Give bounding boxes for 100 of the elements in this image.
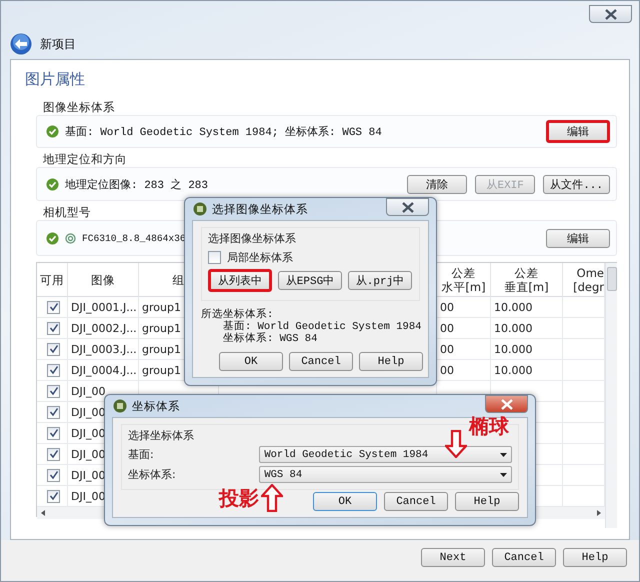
vertical-scrollbar[interactable]	[605, 263, 617, 528]
check-icon	[48, 302, 58, 312]
source-button[interactable]: 从.prj中	[348, 271, 412, 290]
table-cell: DJI_0002.J...	[71, 322, 137, 334]
annotation-text: 投影	[219, 484, 259, 512]
check-icon	[48, 428, 58, 438]
dialog-button[interactable]: Help	[455, 492, 519, 511]
table-cell: DJI_00	[71, 406, 106, 418]
table-cell: DJI_0003.J...	[71, 342, 137, 356]
section-title: 相机型号	[43, 206, 91, 219]
table-cell: DJI_00	[71, 384, 106, 398]
check-icon	[48, 386, 58, 396]
check-icon	[48, 470, 58, 480]
up-arrow-icon	[261, 484, 283, 512]
check-icon	[48, 407, 58, 417]
dialog-title: 坐标体系	[132, 398, 180, 414]
table-cell: DJI_00	[71, 468, 106, 482]
source-button[interactable]: 从EPSG中	[278, 271, 342, 290]
wizard-button[interactable]: Next	[421, 548, 485, 567]
row-checkbox[interactable]	[47, 468, 60, 482]
column-header[interactable]: 公差 水平[m]	[437, 263, 491, 297]
table-cell: 00	[440, 322, 454, 334]
table-cell: DJI_0001.J...	[71, 300, 137, 314]
close-button[interactable]	[485, 395, 528, 413]
section-title: 图像坐标体系	[43, 101, 115, 114]
close-icon	[400, 202, 414, 212]
table-cell: 10.000	[494, 300, 532, 314]
app-icon	[113, 399, 127, 413]
table-cell: 00	[440, 300, 454, 314]
dropdown-field[interactable]: World Geodetic System 1984	[259, 446, 512, 463]
table-cell: group1	[142, 300, 181, 314]
caret-icon	[500, 472, 507, 476]
row-checkbox[interactable]	[47, 384, 60, 398]
action-button[interactable]: 从文件...	[543, 174, 610, 194]
dialog-button[interactable]: Cancel	[384, 492, 448, 511]
table-cell: DJI_00	[71, 426, 106, 440]
row-checkbox[interactable]	[47, 342, 60, 356]
checkbox[interactable]	[208, 251, 221, 264]
check-icon	[48, 449, 58, 459]
selected-crs-text: 基面: World Geodetic System 1984	[223, 321, 420, 333]
check-icon	[48, 491, 58, 501]
wizard-button[interactable]: Help	[563, 548, 627, 567]
column-header[interactable]: 公差 垂直[m]	[491, 263, 563, 297]
table-cell: DJI_00	[71, 490, 106, 502]
checkbox-label: 局部坐标体系	[227, 250, 293, 265]
row-checkbox[interactable]	[47, 300, 60, 314]
selected-crs-label: 所选坐标体系:	[201, 309, 274, 321]
section-text: 地理定位图像: 283 之 283	[65, 178, 208, 192]
selected-crs-text: 坐标体系: WGS 84	[223, 333, 318, 345]
check-icon	[48, 344, 58, 354]
column-header[interactable]: 可用	[37, 263, 68, 297]
row-checkbox[interactable]	[47, 426, 60, 440]
window-title: 新项目	[40, 36, 76, 52]
table-cell: 10.000	[494, 364, 532, 376]
dialog-button[interactable]: Cancel	[289, 352, 353, 371]
down-arrow-icon	[445, 430, 467, 458]
wizard-button[interactable]: Cancel	[492, 548, 556, 567]
section-text: FC6310_8.8_4864x36	[82, 232, 186, 244]
table-cell: group1	[142, 342, 181, 356]
close-icon	[604, 8, 618, 20]
dialog-title: 选择图像坐标体系	[212, 202, 308, 216]
section-text: 基面: World Geodetic System 1984; 坐标体系: WGS 84	[65, 124, 382, 139]
column-header[interactable]: Ome [degr	[563, 263, 605, 297]
field-label: 坐标体系:	[128, 467, 177, 482]
column-header[interactable]: 图像	[68, 263, 139, 297]
field-label: 基面:	[128, 447, 155, 462]
dropdown-field[interactable]: WGS 84	[259, 466, 512, 483]
close-icon	[500, 398, 514, 410]
source-button[interactable]: 从列表中	[208, 269, 272, 292]
table-cell: DJI_00	[71, 448, 106, 460]
check-icon	[48, 323, 58, 333]
table-cell: DJI_0004.J...	[71, 364, 137, 376]
action-button[interactable]: 编辑	[546, 120, 610, 143]
app-icon	[193, 202, 207, 216]
row-checkbox[interactable]	[47, 322, 60, 334]
caret-icon	[500, 452, 507, 456]
right-arrow-icon[interactable]	[597, 510, 601, 516]
section-title: 地理定位和方向	[43, 153, 127, 166]
page-title: 图片属性	[25, 70, 86, 90]
row-checkbox[interactable]	[47, 364, 60, 376]
close-button[interactable]	[386, 198, 429, 216]
table-cell: 10.000	[494, 322, 532, 334]
annotation-text: 椭球	[469, 413, 509, 440]
dialog-button[interactable]: OK	[313, 492, 377, 511]
action-button[interactable]: 清除	[407, 174, 468, 194]
check-icon	[48, 365, 58, 375]
left-arrow-icon[interactable]	[41, 510, 45, 516]
dialog-button[interactable]: OK	[219, 352, 283, 371]
row-checkbox[interactable]	[47, 448, 60, 460]
camera-icon	[65, 232, 76, 244]
close-button[interactable]	[589, 5, 632, 23]
row-checkbox[interactable]	[47, 406, 60, 418]
table-cell: group1	[142, 364, 181, 376]
dialog-button[interactable]: Help	[359, 352, 423, 371]
row-checkbox[interactable]	[47, 490, 60, 502]
table-cell: 00	[440, 364, 454, 376]
action-button[interactable]: 编辑	[546, 228, 610, 248]
table-cell: 00	[440, 342, 454, 356]
group-title: 选择图像坐标体系	[208, 231, 297, 246]
group-title: 选择坐标体系	[128, 428, 195, 443]
